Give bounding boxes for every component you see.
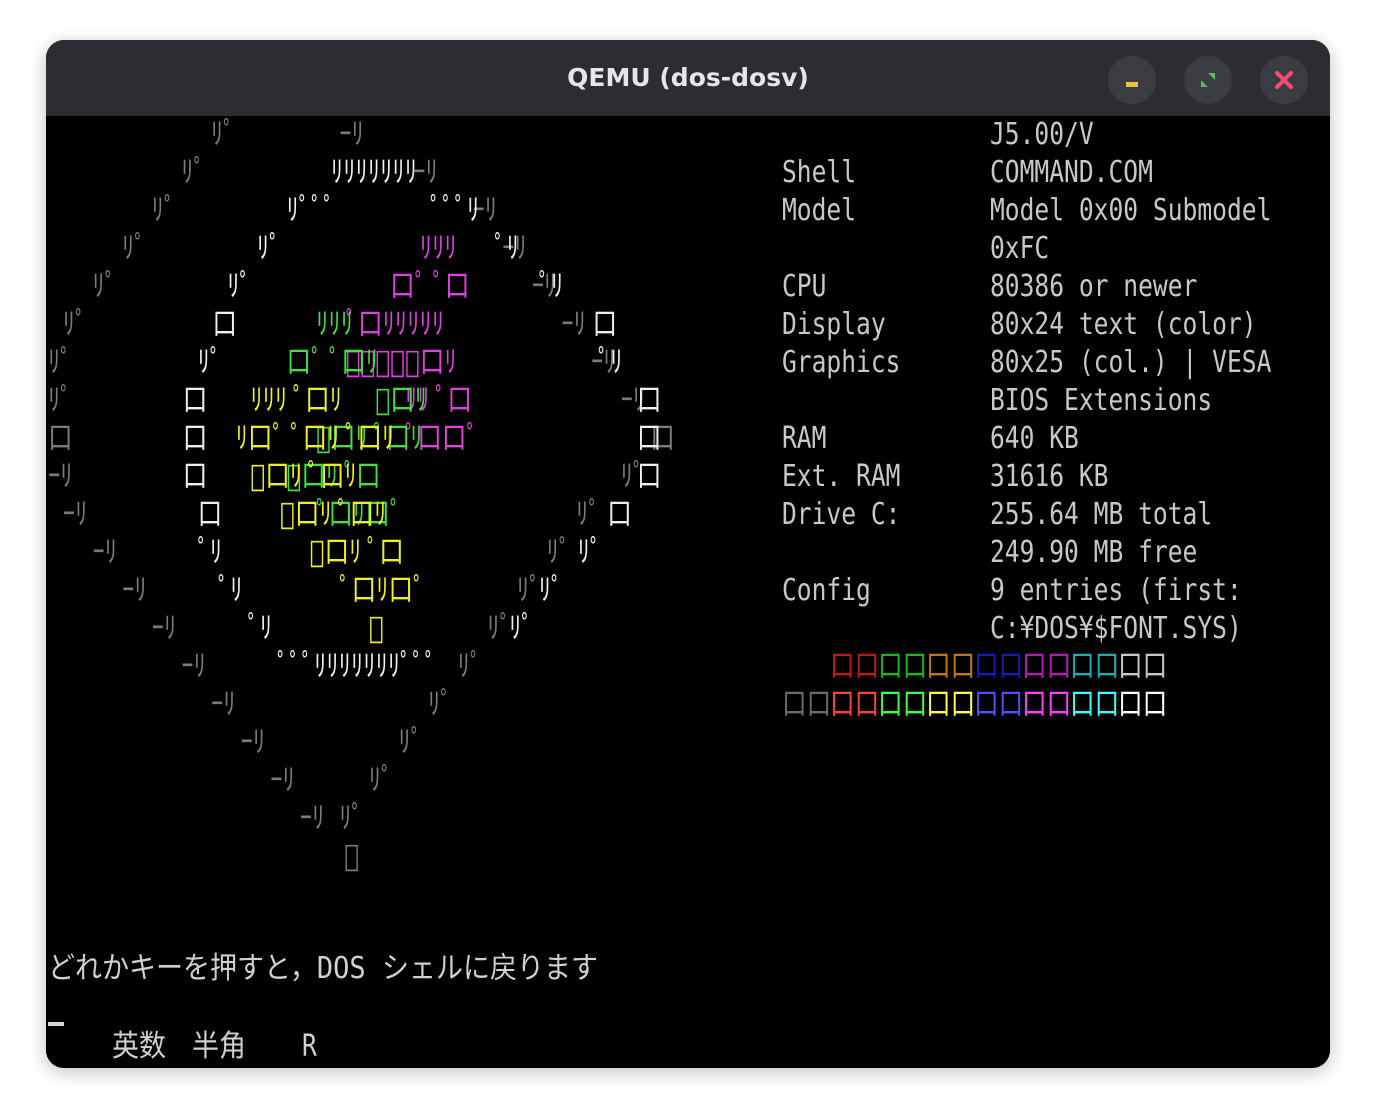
title-bar[interactable]: QEMU (dos-dosv): [46, 40, 1330, 116]
maximize-icon: [1201, 73, 1215, 87]
palette-swatch: 口口: [830, 649, 880, 684]
config-value: 9 entries (first:: [990, 573, 1242, 608]
palette-swatch: 口口: [782, 649, 832, 684]
palette-swatch: 口口: [1070, 649, 1120, 684]
palette-swatch: 口口: [926, 649, 976, 684]
display-label: Display: [782, 307, 886, 342]
ram-label: RAM: [782, 421, 827, 456]
close-button[interactable]: [1260, 56, 1308, 104]
drive-label: Drive C:: [782, 497, 901, 532]
ime-mode-halfwidth: 半角: [192, 1029, 246, 1064]
ime-mode-alnum: 英数: [112, 1029, 166, 1064]
palette-swatch: 口口: [1118, 649, 1168, 684]
dos-version: J5.00/V: [990, 117, 1094, 152]
extram-value: 31616 KB: [990, 459, 1109, 494]
config-value-cont: C:¥DOS¥$FONT.SYS): [990, 611, 1242, 646]
palette-swatch: 口口: [1118, 687, 1168, 722]
shell-label: Shell: [782, 155, 857, 190]
palette-swatch: 口口: [974, 649, 1024, 684]
model-value-cont: 0xFC: [990, 231, 1050, 266]
palette-swatch: 口口: [830, 687, 880, 722]
text-cursor: [48, 1022, 64, 1026]
cpu-label: CPU: [782, 269, 827, 304]
palette-swatch: 口口: [878, 649, 928, 684]
close-icon: [1275, 71, 1293, 89]
palette-swatch: 口口: [1022, 687, 1072, 722]
graphics-value-cont: BIOS Extensions: [990, 383, 1213, 418]
drive-value-cont: 249.90 MB free: [990, 535, 1198, 570]
graphics-label: Graphics: [782, 345, 901, 380]
maximize-button[interactable]: [1184, 56, 1232, 104]
minimize-icon: [1126, 82, 1138, 87]
palette-swatch: 口口: [1022, 649, 1072, 684]
palette-swatch: 口口: [1070, 687, 1120, 722]
graphics-value: 80x25 (col.) | VESA: [990, 345, 1272, 380]
model-value: Model 0x00 Submodel: [990, 193, 1272, 228]
shell-value: COMMAND.COM: [990, 155, 1153, 190]
ram-value: 640 KB: [990, 421, 1079, 456]
palette-swatch: 口口: [974, 687, 1024, 722]
ime-mode-r: R: [302, 1029, 317, 1064]
minimize-button[interactable]: [1108, 56, 1156, 104]
model-label: Model: [782, 193, 857, 228]
display-value: 80x24 text (color): [990, 307, 1257, 342]
qemu-window: QEMU (dos-dosv) ﾘﾟ ｰﾘ ﾘﾟ ｰﾘ ﾘﾟ ｰﾘ ﾘﾟ ｰﾘ: [46, 40, 1330, 1068]
palette-swatch: 口口: [782, 687, 832, 722]
extram-label: Ext. RAM: [782, 459, 901, 494]
drive-value: 255.64 MB total: [990, 497, 1213, 532]
art-yellow-layer: ﾘﾘﾘ ﾟ口ﾘ ﾘ口ﾟ ﾟ口ﾘ ﾟ口ﾘ ﾟ口ﾘ ﾟ口ﾘ ﾟ口ﾘ ﾟ口ﾘ ﾟ口ﾘ …: [235, 383, 426, 646]
config-label: Config: [782, 573, 871, 608]
cpu-value: 80386 or newer: [990, 269, 1198, 304]
palette-swatch: 口口: [878, 687, 928, 722]
dos-screen[interactable]: ﾘﾟ ｰﾘ ﾘﾟ ｰﾘ ﾘﾟ ｰﾘ ﾘﾟ ｰﾘ ﾘﾟ ｰﾘ ﾘﾟ ｰﾘ ﾘﾟ ｰ…: [46, 116, 1330, 1068]
palette-swatch: 口口: [926, 687, 976, 722]
return-message: どれかキーを押すと，DOS シェルに戻ります: [48, 951, 598, 986]
